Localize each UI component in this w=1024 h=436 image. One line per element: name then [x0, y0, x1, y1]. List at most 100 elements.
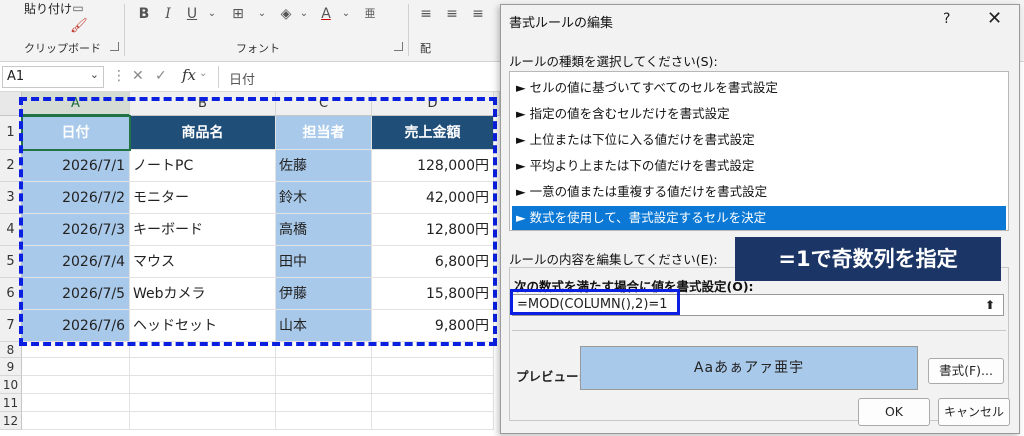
align-right-icon[interactable]: ≡	[470, 6, 486, 22]
column-header-a[interactable]: A	[22, 92, 130, 116]
empty-cell[interactable]	[22, 412, 130, 430]
table-cell[interactable]: ノートPC	[130, 150, 276, 182]
enter-icon[interactable]: ✓	[155, 68, 167, 84]
table-cell[interactable]: 佐藤	[276, 150, 372, 182]
empty-cell[interactable]	[130, 358, 276, 376]
empty-cell[interactable]	[372, 358, 494, 376]
formula-input[interactable]: 日付	[218, 66, 500, 88]
header-cell-product[interactable]: 商品名	[130, 116, 276, 150]
list-item[interactable]: ► 指定の値を含むセルだけを書式設定	[512, 102, 1006, 126]
table-cell[interactable]: 田中	[276, 246, 372, 278]
table-cell[interactable]: マウス	[130, 246, 276, 278]
table-cell[interactable]: 2026/7/6	[22, 310, 130, 342]
close-icon[interactable]: ✕	[987, 8, 1002, 29]
header-cell-sales[interactable]: 売上金額	[372, 116, 494, 150]
empty-cell[interactable]	[276, 394, 372, 412]
table-cell[interactable]: キーボード	[130, 214, 276, 246]
row-header[interactable]: 6	[0, 278, 22, 310]
table-cell[interactable]: 2026/7/3	[22, 214, 130, 246]
chevron-down-icon[interactable]: ⌄	[296, 6, 312, 22]
format-button[interactable]: 書式(F)...	[928, 358, 1004, 384]
worksheet-grid[interactable]: A B C D 1 2 3 4 5 6 7 8 9 10 11 12 日付 商品…	[0, 92, 500, 436]
table-cell[interactable]: 高橋	[276, 214, 372, 246]
empty-cell[interactable]	[372, 412, 494, 430]
underline-icon[interactable]: U	[184, 6, 200, 22]
table-cell[interactable]: ヘッドセット	[130, 310, 276, 342]
column-header-b[interactable]: B	[130, 92, 276, 116]
chevron-down-icon[interactable]: ⌄	[338, 6, 354, 22]
empty-cell[interactable]	[276, 376, 372, 394]
ok-button[interactable]: OK	[858, 398, 930, 426]
cancel-icon[interactable]: ✕	[132, 68, 144, 84]
table-cell[interactable]: Webカメラ	[130, 278, 276, 310]
empty-cell[interactable]	[22, 376, 130, 394]
empty-cell[interactable]	[130, 412, 276, 430]
row-header[interactable]: 12	[0, 412, 22, 430]
table-cell[interactable]: 伊藤	[276, 278, 372, 310]
header-cell-staff[interactable]: 担当者	[276, 116, 372, 150]
row-header[interactable]: 5	[0, 246, 22, 278]
formula-field[interactable]: =MOD(COLUMN(),2)=1 ⬆	[512, 294, 1004, 316]
insert-function-icon[interactable]: fx	[182, 66, 196, 84]
empty-cell[interactable]	[130, 394, 276, 412]
table-cell[interactable]: 2026/7/1	[22, 150, 130, 182]
empty-cell[interactable]	[372, 394, 494, 412]
row-header[interactable]: 9	[0, 358, 22, 376]
table-cell[interactable]: 鈴木	[276, 182, 372, 214]
table-cell[interactable]: 2026/7/4	[22, 246, 130, 278]
row-header[interactable]: 3	[0, 182, 22, 214]
empty-cell[interactable]	[372, 376, 494, 394]
list-item[interactable]: ► セルの値に基づいてすべてのセルを書式設定	[512, 76, 1006, 100]
chevron-down-icon[interactable]: ⌄	[90, 68, 99, 81]
table-cell[interactable]: 山本	[276, 310, 372, 342]
list-item-selected[interactable]: ► 数式を使用して、書式設定するセルを決定	[512, 206, 1006, 230]
row-header[interactable]: 2	[0, 150, 22, 182]
empty-cell[interactable]	[22, 358, 130, 376]
chevron-down-icon[interactable]: ⌄	[254, 6, 270, 22]
empty-cell[interactable]	[276, 412, 372, 430]
font-launcher-icon[interactable]	[394, 42, 403, 51]
row-header[interactable]: 10	[0, 376, 22, 394]
paste-button[interactable]: 貼り付け	[24, 0, 72, 17]
row-header[interactable]: 8	[0, 342, 22, 358]
table-cell[interactable]: 42,000円	[372, 182, 494, 214]
borders-icon[interactable]: ⊞	[230, 6, 246, 22]
list-item[interactable]: ► 一意の値または重複する値だけを書式設定	[512, 180, 1006, 204]
list-item[interactable]: ► 平均より上または下の値だけを書式設定	[512, 154, 1006, 178]
table-cell[interactable]: モニター	[130, 182, 276, 214]
empty-cell[interactable]	[130, 376, 276, 394]
row-header[interactable]: 4	[0, 214, 22, 246]
empty-cell[interactable]	[22, 394, 130, 412]
help-icon[interactable]: ?	[943, 11, 950, 27]
empty-cell[interactable]	[130, 342, 276, 358]
chevron-down-icon[interactable]: ⌄	[204, 6, 220, 22]
table-cell[interactable]: 15,800円	[372, 278, 494, 310]
empty-cell[interactable]	[276, 342, 372, 358]
rule-type-list[interactable]: ► セルの値に基づいてすべてのセルを書式設定 ► 指定の値を含むセルだけを書式設…	[509, 71, 1009, 231]
collapse-dialog-icon[interactable]: ⬆	[983, 298, 997, 312]
empty-cell[interactable]	[22, 342, 130, 358]
column-header-d[interactable]: D	[372, 92, 494, 116]
table-cell[interactable]: 128,000円	[372, 150, 494, 182]
table-cell[interactable]: 2026/7/5	[22, 278, 130, 310]
fill-color-icon[interactable]: ◈	[278, 6, 294, 22]
chevron-down-icon[interactable]: ⌄	[199, 68, 207, 79]
row-header[interactable]: 1	[0, 116, 22, 150]
font-color-icon[interactable]: A	[318, 6, 334, 22]
clipboard-launcher-icon[interactable]	[110, 42, 119, 51]
bold-icon[interactable]: B	[136, 6, 152, 22]
paste-icon[interactable]: ▭	[70, 0, 86, 16]
row-header[interactable]: 11	[0, 394, 22, 412]
empty-cell[interactable]	[276, 358, 372, 376]
more-options-icon[interactable]: ⋮	[112, 68, 126, 84]
align-center-icon[interactable]: ≡	[444, 6, 460, 22]
cancel-button[interactable]: キャンセル	[938, 398, 1010, 426]
table-cell[interactable]: 9,800円	[372, 310, 494, 342]
phonetic-icon[interactable]: 亜	[362, 6, 378, 22]
header-cell-date[interactable]: 日付	[22, 116, 130, 150]
row-header[interactable]: 7	[0, 310, 22, 342]
select-all-corner[interactable]	[0, 92, 22, 116]
align-left-icon[interactable]: ≡	[418, 6, 434, 22]
list-item[interactable]: ► 上位または下位に入る値だけを書式設定	[512, 128, 1006, 152]
table-cell[interactable]: 12,800円	[372, 214, 494, 246]
